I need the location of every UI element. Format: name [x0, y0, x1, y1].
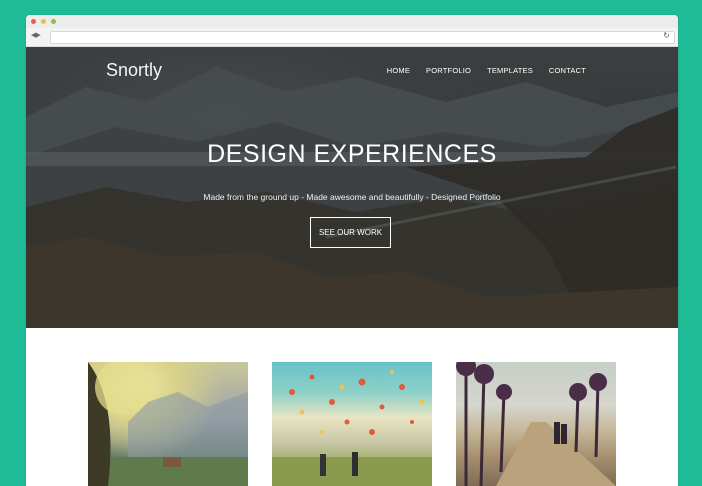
- portfolio-item-boardwalk[interactable]: [456, 362, 616, 486]
- portfolio-item-balloons[interactable]: [272, 362, 432, 486]
- title-bar: [26, 15, 678, 28]
- nav-portfolio[interactable]: PORTFOLIO: [426, 66, 471, 75]
- brand-logo[interactable]: Snortly: [106, 60, 162, 81]
- main-nav: HOME PORTFOLIO TEMPLATES CONTACT: [387, 66, 586, 75]
- lake-image: [88, 362, 248, 486]
- hero-subtitle: Made from the ground up - Made awesome a…: [203, 192, 501, 202]
- portfolio-item-lake[interactable]: [88, 362, 248, 486]
- nav-templates[interactable]: TEMPLATES: [487, 66, 533, 75]
- close-window-button[interactable]: [31, 19, 36, 24]
- reload-icon[interactable]: ↻: [663, 31, 670, 40]
- browser-toolbar: ◀▶ ↻: [26, 28, 678, 47]
- hero-section: Snortly HOME PORTFOLIO TEMPLATES CONTACT…: [26, 47, 678, 328]
- hero-title: DESIGN EXPERIENCES: [207, 140, 497, 168]
- portfolio-gallery: [26, 328, 678, 486]
- minimize-window-button[interactable]: [41, 19, 46, 24]
- nav-contact[interactable]: CONTACT: [549, 66, 586, 75]
- boardwalk-image: [456, 362, 616, 486]
- nav-home[interactable]: HOME: [387, 66, 410, 75]
- forward-arrow-icon[interactable]: ▶: [35, 32, 40, 39]
- address-bar[interactable]: ↻: [50, 31, 675, 44]
- browser-window: ◀▶ ↻ Snortly HOME PORTFOLIO TEMPLATES CO…: [26, 15, 678, 486]
- hero-overlay: [26, 47, 678, 328]
- maximize-window-button[interactable]: [51, 19, 56, 24]
- nav-arrows: ◀▶: [31, 31, 41, 39]
- see-our-work-button[interactable]: SEE OUR WORK: [310, 217, 391, 248]
- balloons-image: [272, 370, 432, 486]
